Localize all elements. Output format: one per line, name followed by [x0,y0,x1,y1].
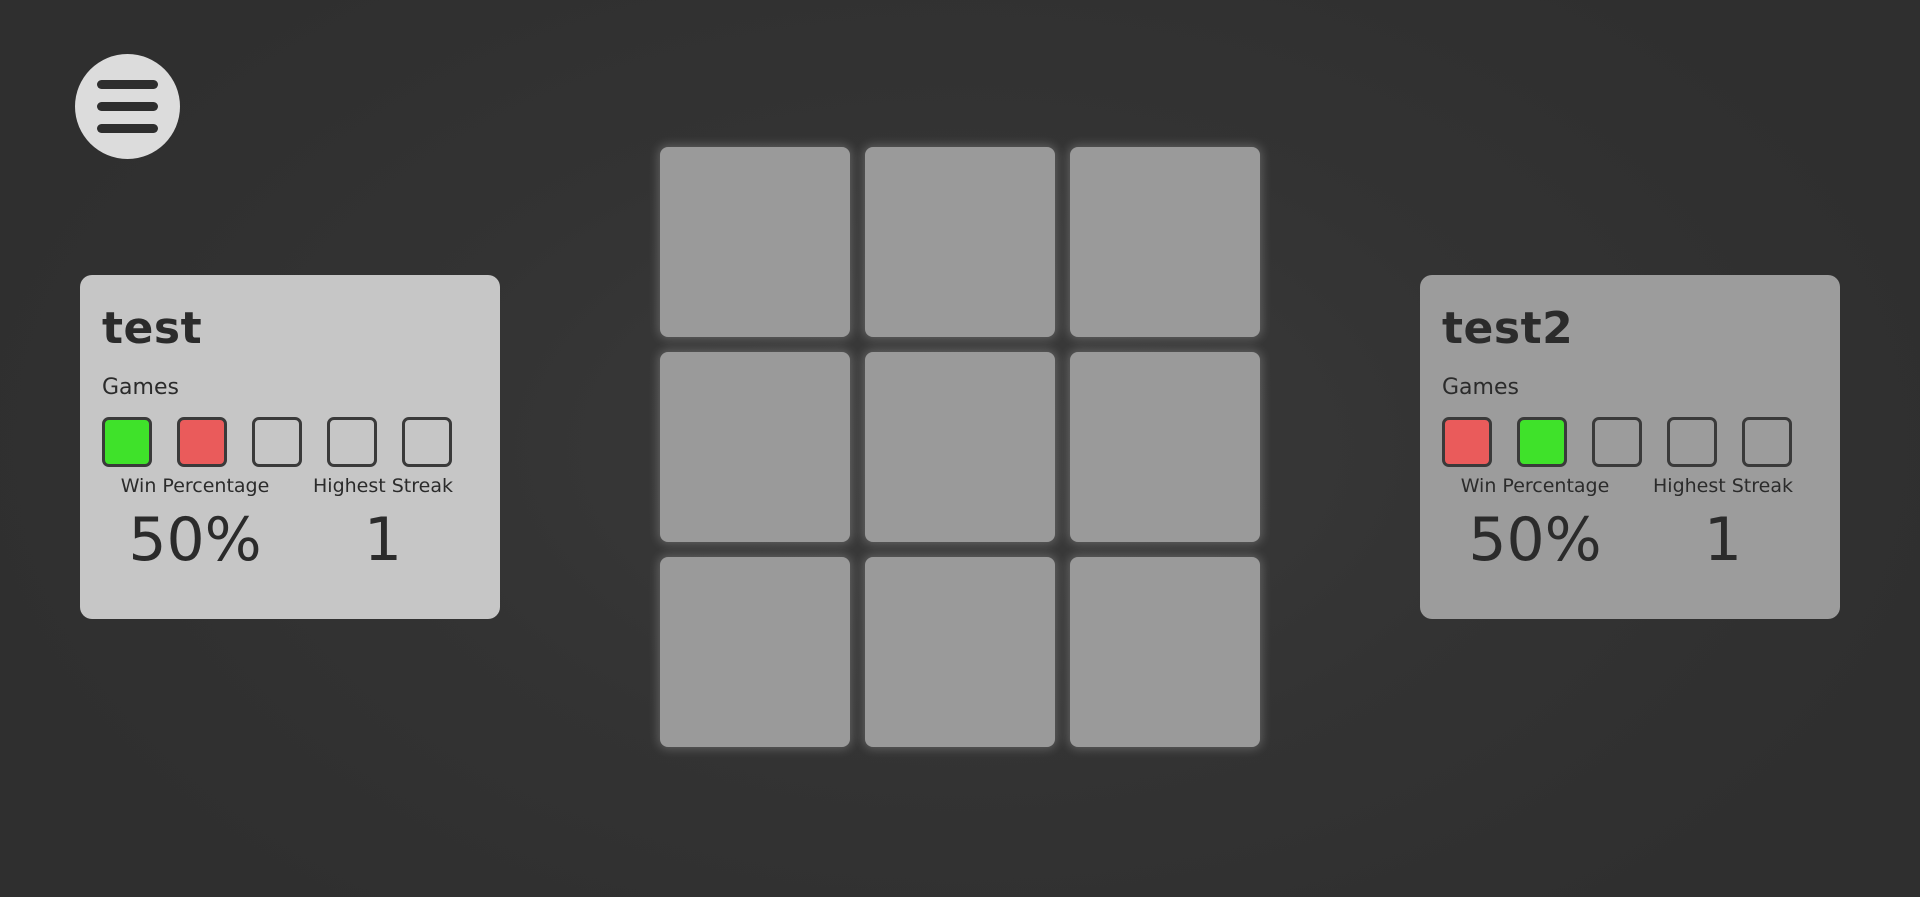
win-percentage-value: 50% [128,505,262,575]
board-cell[interactable] [865,147,1055,337]
highest-streak-label: Highest Streak [1653,475,1793,497]
board-cell[interactable] [1070,557,1260,747]
highest-streak-value: 1 [1703,505,1743,575]
player-card-2: test2 Games Win Percentage 50% Highest S… [1420,275,1840,619]
win-percentage-stat: Win Percentage 50% [102,475,288,575]
game-result-box [102,417,152,467]
win-percentage-stat: Win Percentage 50% [1442,475,1628,575]
game-result-box [252,417,302,467]
highest-streak-stat: Highest Streak 1 [288,475,478,575]
game-result-box [1517,417,1567,467]
player-name: test [102,303,203,354]
hamburger-menu-icon [97,80,158,89]
game-board [660,147,1260,747]
games-label: Games [1442,375,1519,400]
game-result-box [1442,417,1492,467]
board-cell[interactable] [660,147,850,337]
menu-button[interactable] [75,54,180,159]
board-cell[interactable] [865,557,1055,747]
win-percentage-label: Win Percentage [120,475,270,497]
player-stats: Win Percentage 50% Highest Streak 1 [102,475,478,575]
highest-streak-label: Highest Streak [313,475,453,497]
highest-streak-stat: Highest Streak 1 [1628,475,1818,575]
game-result-box [1742,417,1792,467]
game-result-box [1592,417,1642,467]
win-percentage-label: Win Percentage [1460,475,1610,497]
board-cell[interactable] [865,352,1055,542]
player-name: test2 [1442,303,1574,354]
game-result-box [402,417,452,467]
board-cell[interactable] [1070,147,1260,337]
games-history [1442,417,1818,467]
games-label: Games [102,375,179,400]
games-history [102,417,478,467]
game-result-box [1667,417,1717,467]
win-percentage-value: 50% [1468,505,1602,575]
player-card-1: test Games Win Percentage 50% Highest St… [80,275,500,619]
board-cell[interactable] [660,352,850,542]
board-cell[interactable] [660,557,850,747]
player-stats: Win Percentage 50% Highest Streak 1 [1442,475,1818,575]
board-cell[interactable] [1070,352,1260,542]
game-result-box [177,417,227,467]
game-result-box [327,417,377,467]
highest-streak-value: 1 [363,505,403,575]
